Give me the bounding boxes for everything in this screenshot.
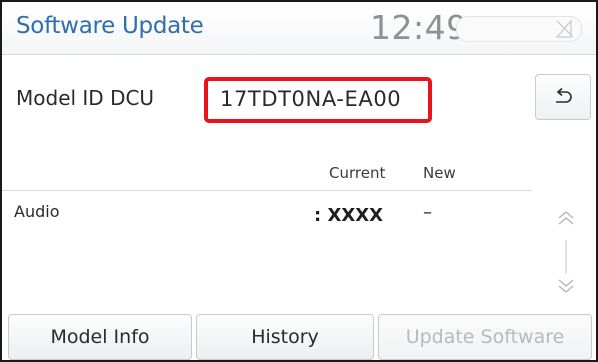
scrollbar-track[interactable] [565,240,567,274]
model-info-button[interactable]: Model Info [8,314,192,360]
model-id-highlight: 17TDT0NA-EA00 [204,77,432,123]
column-header-current: Current [329,164,386,182]
column-header-new: New [423,164,456,182]
row-name-audio: Audio [14,202,60,221]
history-button[interactable]: History [196,314,374,360]
double-chevron-up-icon[interactable] [556,209,576,227]
back-arrow-icon [556,87,572,103]
no-signal-icon [555,19,574,38]
row-new-version: – [423,202,432,223]
model-id-value: 17TDT0NA-EA00 [220,87,402,111]
software-update-screen: Software Update 12:49 Model ID DCU 17TDT… [0,0,598,362]
model-id-row: Model ID DCU 17TDT0NA-EA00 [2,55,534,143]
update-software-button[interactable]: Update Software [378,314,592,360]
back-button[interactable] [535,74,591,120]
page-title: Software Update [16,13,204,39]
header-divider [2,190,532,191]
clock: 12:49 [370,8,468,47]
double-chevron-down-icon[interactable] [556,277,576,295]
model-id-label: Model ID DCU [16,86,155,110]
status-indicator [456,16,582,42]
header-bar: Software Update 12:49 [2,2,596,55]
version-table: Current New Audio : XXXX – [2,144,532,312]
scroll-controls [534,192,596,312]
row-current-version: : XXXX [314,205,383,226]
